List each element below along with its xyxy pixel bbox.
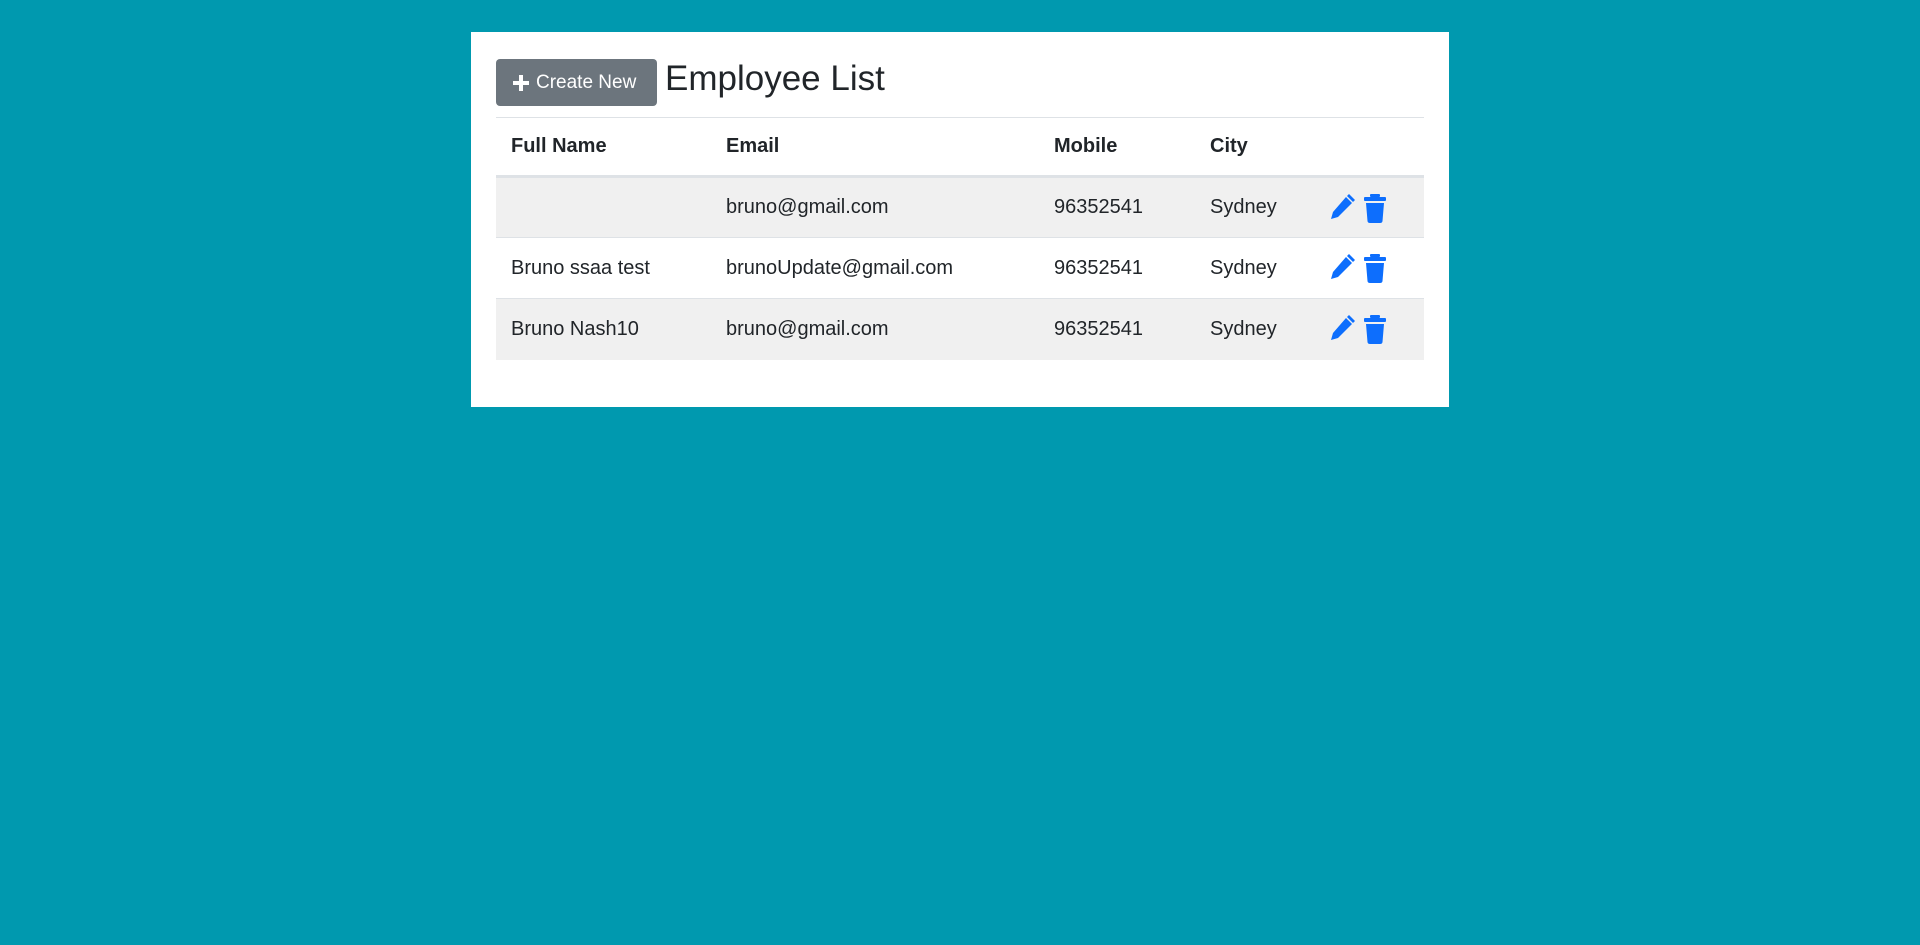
edit-pencil-icon[interactable] — [1327, 314, 1355, 344]
employee-table: Full Name Email Mobile City bruno@gmail.… — [496, 117, 1424, 360]
cell-city: Sydney — [1195, 298, 1315, 360]
table-row: bruno@gmail.com 96352541 Sydney — [496, 176, 1424, 238]
card-header: Create New Employee List — [496, 59, 885, 106]
edit-pencil-icon[interactable] — [1327, 253, 1355, 283]
create-new-label: Create New — [536, 71, 637, 93]
edit-pencil-icon[interactable] — [1327, 193, 1355, 223]
delete-trash-icon[interactable] — [1361, 193, 1389, 223]
create-new-button[interactable]: Create New — [496, 59, 657, 106]
cell-actions — [1315, 176, 1424, 238]
cell-city: Sydney — [1195, 176, 1315, 238]
cell-full-name — [496, 176, 711, 238]
table-row: Bruno Nash10 bruno@gmail.com 96352541 Sy… — [496, 298, 1424, 360]
column-header-actions — [1315, 118, 1424, 177]
column-header-mobile: Mobile — [1054, 135, 1118, 157]
column-header-email: Email — [726, 135, 780, 157]
cell-full-name: Bruno Nash10 — [496, 298, 711, 360]
page-title: Employee List — [665, 59, 885, 98]
plus-icon — [512, 74, 530, 92]
cell-actions — [1315, 298, 1424, 360]
cell-email: bruno@gmail.com — [711, 176, 1039, 238]
cell-mobile: 96352541 — [1039, 237, 1195, 299]
cell-city: Sydney — [1195, 237, 1315, 299]
column-header-full-name: Full Name — [511, 135, 607, 157]
table-row: Bruno ssaa test brunoUpdate@gmail.com 96… — [496, 237, 1424, 299]
cell-full-name: Bruno ssaa test — [496, 237, 711, 299]
column-header-city: City — [1210, 135, 1248, 157]
cell-mobile: 96352541 — [1039, 176, 1195, 238]
cell-email: brunoUpdate@gmail.com — [711, 237, 1039, 299]
cell-actions — [1315, 237, 1424, 299]
cell-email: bruno@gmail.com — [711, 298, 1039, 360]
employee-list-card: Create New Employee List Full Name Email… — [471, 32, 1449, 407]
table-body: bruno@gmail.com 96352541 Sydney Bruno ss… — [496, 176, 1424, 360]
delete-trash-icon[interactable] — [1361, 314, 1389, 345]
table-header: Full Name Email Mobile City — [496, 117, 1424, 177]
table-header-row: Full Name Email Mobile City — [496, 117, 1424, 177]
delete-trash-icon[interactable] — [1361, 253, 1389, 283]
cell-mobile: 96352541 — [1039, 298, 1195, 360]
